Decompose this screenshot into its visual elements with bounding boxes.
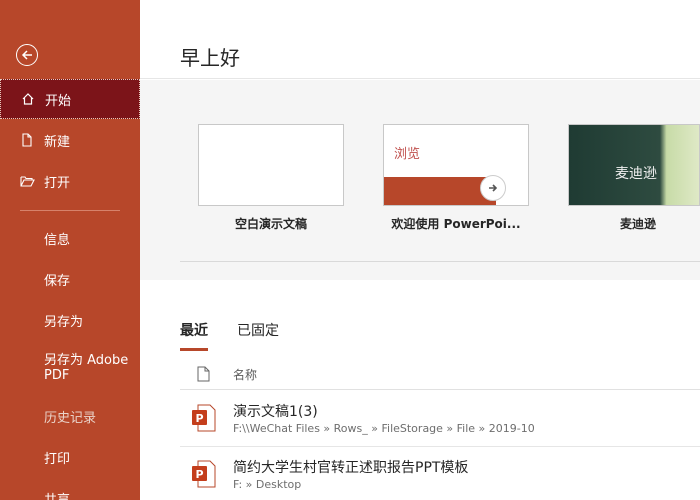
backstage-sidebar: 开始 新建 打开 信息 保存 另存为 另存为 Adobe PDF 历史记录 打印… [0, 0, 140, 500]
gallery-divider [180, 261, 700, 262]
sidebar-item-history[interactable]: 历史记录 [0, 396, 140, 436]
tab-pinned[interactable]: 已固定 [237, 320, 279, 348]
sidebar-item-new[interactable]: 新建 [0, 120, 140, 160]
file-name: 演示文稿1(3) [233, 404, 318, 420]
sidebar-item-print[interactable]: 打印 [0, 437, 140, 477]
file-row[interactable]: P 演示文稿1(3) F:\\WeChat Files » Rows_ » Fi… [180, 392, 700, 448]
sidebar-item-label: 打印 [44, 451, 71, 467]
home-icon [21, 92, 41, 106]
sidebar-item-open[interactable]: 打开 [0, 161, 140, 201]
powerpoint-file-icon: P [192, 460, 216, 488]
greeting-bar: 早上好 [140, 0, 700, 79]
sidebar-divider [20, 210, 120, 211]
sidebar-item-label: 另存为 Adobe PDF [44, 353, 129, 383]
file-path: F: » Desktop [233, 478, 302, 491]
document-icon [197, 366, 210, 386]
tab-recent[interactable]: 最近 [180, 320, 208, 351]
sidebar-item-home[interactable]: 开始 [0, 79, 140, 119]
template-thumb-text: 浏览 [394, 147, 421, 162]
open-folder-icon [20, 174, 40, 188]
template-madison[interactable]: 麦迪逊 [568, 124, 700, 206]
template-gallery: 空白演示文稿 浏览 欢迎使用 PowerPoi... 麦迪逊 麦迪逊 [140, 80, 700, 280]
sidebar-item-label: 历史记录 [44, 410, 97, 426]
sidebar-item-save-as-pdf[interactable]: 另存为 Adobe PDF [0, 346, 140, 392]
sidebar-item-label: 共享 [44, 492, 71, 500]
row-divider [180, 446, 700, 447]
sidebar-item-share[interactable]: 共享 [0, 478, 140, 500]
column-header-name[interactable]: 名称 [233, 366, 257, 383]
sidebar-item-label: 保存 [44, 273, 71, 289]
page-title: 早上好 [180, 46, 240, 70]
template-welcome-tour[interactable]: 浏览 [383, 124, 529, 206]
template-blank[interactable] [198, 124, 344, 206]
template-label: 麦迪逊 [619, 217, 656, 231]
file-row[interactable]: P 简约大学生村官转正述职报告PPT模板 F: » Desktop [180, 448, 700, 500]
back-arrow-icon[interactable] [16, 44, 38, 66]
powerpoint-file-icon: P [192, 404, 216, 432]
sidebar-item-label: 信息 [44, 232, 71, 248]
template-label: 欢迎使用 PowerPoi... [391, 217, 521, 231]
new-document-icon [20, 133, 40, 147]
sidebar-item-label: 打开 [44, 175, 71, 191]
sidebar-item-label: 另存为 [44, 314, 84, 330]
svg-text:P: P [195, 468, 203, 481]
backstage-main: 早上好 空白演示文稿 浏览 欢迎使用 PowerPoi... 麦迪逊 麦迪逊 最… [140, 0, 700, 500]
tour-band [384, 177, 496, 205]
template-thumb-text: 麦迪逊 [615, 166, 657, 182]
arrow-right-icon [480, 175, 506, 201]
sidebar-item-save-as[interactable]: 另存为 [0, 300, 140, 340]
file-list-header: 名称 [180, 362, 700, 390]
sidebar-item-save[interactable]: 保存 [0, 259, 140, 299]
sidebar-item-label: 开始 [45, 93, 72, 109]
svg-text:P: P [195, 412, 203, 425]
file-name: 简约大学生村官转正述职报告PPT模板 [233, 460, 469, 476]
sidebar-item-label: 新建 [44, 134, 71, 150]
template-label: 空白演示文稿 [234, 217, 307, 231]
sidebar-item-info[interactable]: 信息 [0, 218, 140, 258]
file-path: F:\\WeChat Files » Rows_ » FileStorage »… [233, 422, 535, 435]
